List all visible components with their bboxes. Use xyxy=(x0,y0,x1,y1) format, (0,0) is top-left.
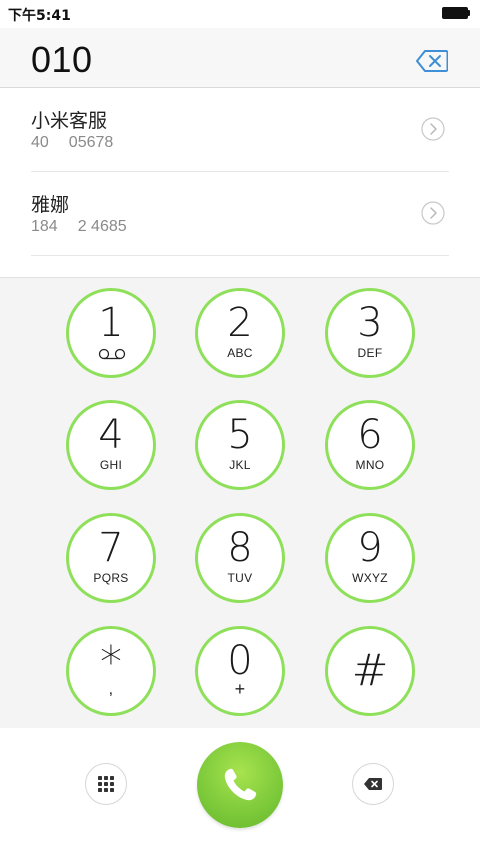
key-letters: + xyxy=(234,679,246,699)
key-letters: WXYZ xyxy=(352,571,388,585)
key-8[interactable]: 8 TUV xyxy=(195,513,285,603)
key-letters: TUV xyxy=(227,571,253,585)
backspace-button[interactable] xyxy=(352,763,394,805)
backspace-icon xyxy=(364,778,382,790)
key-7[interactable]: 7 PQRS xyxy=(66,513,156,603)
contact-item[interactable]: 小米客服 40 05678 xyxy=(31,88,449,172)
key-4[interactable]: 4 GHI xyxy=(66,400,156,490)
key-3[interactable]: 3 DEF xyxy=(325,288,415,378)
key-letters: GHI xyxy=(99,458,123,472)
key-hash[interactable]: # xyxy=(325,626,415,716)
key-letters: MNO xyxy=(355,458,385,472)
battery-full-icon xyxy=(442,7,472,19)
chevron-right-icon[interactable] xyxy=(421,117,445,141)
status-bar: 下午5:41 xyxy=(0,0,480,28)
contact-number: 184 2 4685 xyxy=(31,218,127,235)
voicemail-icon xyxy=(98,348,126,360)
dialpad-toggle-button[interactable] xyxy=(85,763,127,805)
key-digit: 3 xyxy=(357,300,383,346)
backspace-icon[interactable] xyxy=(416,50,448,72)
status-time: 下午5:41 xyxy=(8,8,71,24)
key-letters: , xyxy=(108,681,114,698)
call-button[interactable] xyxy=(197,742,283,828)
key-digit: 9 xyxy=(357,525,383,571)
dial-keypad: 1 2 ABC 3 DEF 4 GHI 5 JKL 6 MNO 7 PQRS 8… xyxy=(0,278,480,728)
key-5[interactable]: 5 JKL xyxy=(195,400,285,490)
key-9[interactable]: 9 WXYZ xyxy=(325,513,415,603)
dialed-number: 010 xyxy=(31,39,93,80)
key-0[interactable]: 0 + xyxy=(195,626,285,716)
dialpad-grid-icon xyxy=(98,776,114,792)
contact-name: 小米客服 xyxy=(31,110,108,132)
key-digit: 6 xyxy=(357,412,383,458)
chevron-right-icon[interactable] xyxy=(421,201,445,225)
key-6[interactable]: 6 MNO xyxy=(325,400,415,490)
key-digit: # xyxy=(351,645,389,696)
phone-icon xyxy=(224,768,257,801)
key-digit: 7 xyxy=(98,525,124,571)
key-1[interactable]: 1 xyxy=(66,288,156,378)
key-digit: 8 xyxy=(227,525,253,571)
key-2[interactable]: 2 ABC xyxy=(195,288,285,378)
key-digit: 1 xyxy=(98,300,124,346)
key-digit: 4 xyxy=(98,412,124,458)
key-digit: * xyxy=(100,637,122,688)
contact-item[interactable]: 雅娜 184 2 4685 xyxy=(31,172,449,256)
key-letters: ABC xyxy=(227,346,253,360)
key-letters: JKL xyxy=(229,458,251,472)
key-star[interactable]: * , xyxy=(66,626,156,716)
contact-suggestions: 小米客服 40 05678 雅娜 184 2 4685 xyxy=(0,88,480,278)
key-letters: DEF xyxy=(357,346,383,360)
contact-number: 40 05678 xyxy=(31,134,114,151)
bottom-action-bar xyxy=(0,728,480,853)
contact-name: 雅娜 xyxy=(31,194,70,216)
key-letters: PQRS xyxy=(93,571,129,585)
key-digit: 0 xyxy=(227,638,253,684)
key-digit: 5 xyxy=(227,412,253,458)
dialed-number-bar: 010 xyxy=(0,28,480,88)
key-digit: 2 xyxy=(227,300,253,346)
